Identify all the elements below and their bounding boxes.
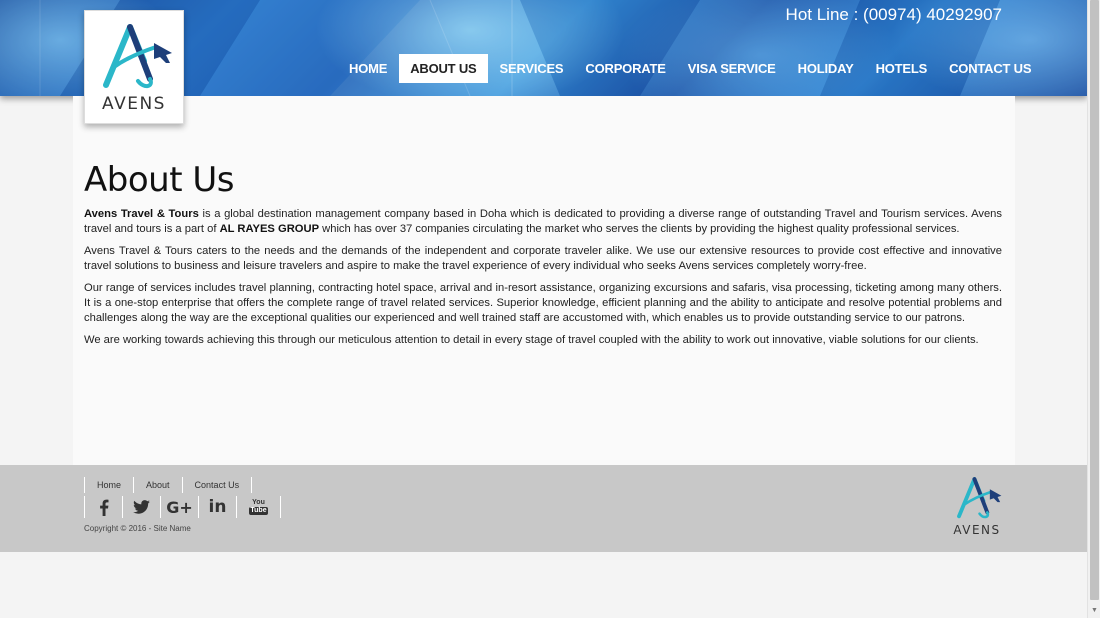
paragraph-2: Avens Travel & Tours caters to the needs… [84, 245, 1002, 272]
facebook-icon [99, 499, 108, 516]
logo-text: AVENS [102, 94, 166, 114]
copyright-text: Copyright © 2016 - Site Name [84, 524, 191, 533]
nav-contact-us[interactable]: CONTACT US [938, 54, 1042, 83]
site-logo[interactable]: AVENS [84, 10, 184, 124]
footer-logo[interactable]: AVENS [947, 471, 1007, 547]
linkedin-link[interactable]: in [199, 496, 237, 518]
youtube-icon-bottom: Tube [249, 507, 268, 515]
company-name: Avens Travel & Tours [84, 208, 199, 220]
twitter-link[interactable] [123, 496, 161, 518]
scrollbar-thumb[interactable] [1090, 0, 1099, 600]
nav-about-us[interactable]: ABOUT US [399, 54, 488, 83]
paragraph-4: We are working towards achieving this th… [84, 334, 979, 347]
footer-link-contact-us[interactable]: Contact Us [183, 477, 253, 493]
youtube-icon: You Tube [249, 499, 268, 515]
page-scrollbar[interactable]: ▼ [1087, 0, 1100, 618]
paragraph-1-text-end: which has over 37 companies circulating … [319, 222, 960, 235]
footer-logo-text: AVENS [953, 523, 1001, 537]
footer-link-about[interactable]: About [134, 477, 183, 493]
paragraph-1: Avens Travel & Tours is a global destina… [84, 207, 1002, 236]
google-plus-icon: G+ [166, 497, 193, 517]
scroll-down-arrow-icon[interactable]: ▼ [1088, 606, 1100, 616]
social-links: G+ in You Tube [84, 496, 281, 518]
about-text: Avens Travel & Tours is a global destina… [84, 207, 1002, 356]
nav-corporate[interactable]: CORPORATE [574, 54, 676, 83]
footer-links: Home About Contact Us [84, 477, 253, 493]
group-name: AL RAYES GROUP [219, 222, 320, 235]
nav-visa-service[interactable]: VISA SERVICE [677, 54, 787, 83]
page-title: About Us [84, 160, 234, 200]
nav-holiday[interactable]: HOLIDAY [787, 54, 865, 83]
linkedin-icon: in [208, 497, 227, 517]
hotline-text: Hot Line : (00974) 40292907 [785, 5, 1002, 24]
footer-link-home[interactable]: Home [85, 477, 135, 493]
avens-logo-icon [957, 477, 1002, 519]
nav-home[interactable]: HOME [338, 54, 398, 83]
nav-services[interactable]: SERVICES [489, 54, 575, 83]
site-footer: Home About Contact Us G+ in You Tube Cop… [0, 465, 1087, 552]
main-content: About Us Avens Travel & Tours is a globa… [73, 96, 1015, 465]
youtube-link[interactable]: You Tube [237, 496, 281, 518]
main-nav: HOME ABOUT US SERVICES CORPORATE VISA SE… [338, 54, 1042, 83]
facebook-link[interactable] [85, 496, 123, 518]
twitter-icon [133, 500, 150, 514]
avens-logo-icon [103, 24, 172, 88]
nav-hotels[interactable]: HOTELS [865, 54, 939, 83]
google-plus-link[interactable]: G+ [161, 496, 199, 518]
paragraph-3: Our range of services includes travel pl… [84, 282, 1002, 324]
youtube-icon-top: You [252, 499, 265, 506]
